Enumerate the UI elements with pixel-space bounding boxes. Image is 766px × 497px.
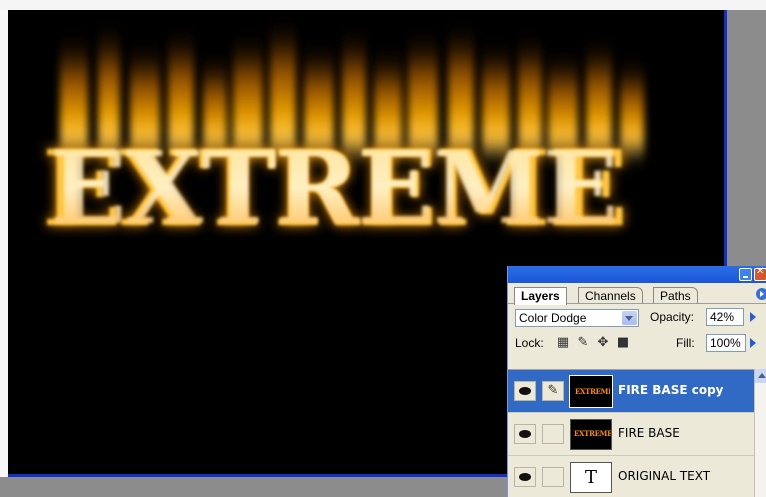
layer-name: FIRE BASE (618, 426, 680, 440)
layer-thumbnail: EXTREME (569, 375, 613, 408)
tab-paths[interactable]: Paths (653, 287, 698, 304)
layer-name: ORIGINAL TEXT (618, 469, 711, 483)
brush-icon[interactable]: ✎ (542, 381, 564, 401)
layer-row-fire-base-copy[interactable]: ✎ EXTREME FIRE BASE copy (508, 370, 754, 413)
text-hot-core: EXTREME (50, 129, 617, 247)
lock-transparent-pixels-icon[interactable]: ▦ (556, 336, 570, 350)
palette-tabs: Layers Channels Paths (508, 283, 766, 305)
link-slot[interactable] (542, 467, 564, 487)
text-layer-thumbnail: T (570, 462, 612, 493)
palette-menu-arrow-icon[interactable] (756, 288, 766, 300)
text-layer-icon: T (584, 467, 597, 488)
opacity-slider-arrow-icon[interactable] (748, 310, 758, 324)
scroll-up-icon[interactable] (755, 369, 766, 383)
eye-icon[interactable] (514, 381, 536, 401)
fill-field[interactable]: 100% (706, 334, 746, 352)
layer-name: FIRE BASE copy (618, 383, 724, 397)
fill-slider-arrow-icon[interactable] (748, 336, 758, 350)
layer-row-fire-base[interactable]: EXTREME FIRE BASE (508, 413, 754, 456)
close-icon[interactable] (754, 266, 766, 281)
fill-label: Fill: (676, 336, 695, 350)
tab-channels[interactable]: Channels (578, 287, 643, 304)
lock-row: Lock: ▦ ✎ ✥ ■ Fill: 100% (508, 330, 766, 356)
layer-thumbnail: EXTREME (570, 419, 612, 450)
blend-mode-select[interactable]: Color Dodge (515, 309, 639, 327)
layers-palette: Layers Channels Paths Color Dodge Opacit… (507, 266, 766, 497)
eye-icon[interactable] (514, 467, 536, 487)
palette-titlebar[interactable] (508, 266, 766, 283)
link-slot[interactable] (542, 424, 564, 444)
chevron-down-icon[interactable] (622, 311, 637, 325)
lock-label: Lock: (515, 336, 544, 350)
layers-scrollbar[interactable] (754, 369, 766, 497)
minimize-icon[interactable] (739, 268, 752, 281)
layer-row-original-text[interactable]: T ORIGINAL TEXT (508, 456, 754, 497)
lock-all-icon[interactable]: ■ (616, 336, 630, 350)
blend-mode-value: Color Dodge (519, 311, 587, 325)
opacity-label: Opacity: (650, 310, 695, 324)
thumbnail-text: EXTREME (574, 429, 612, 438)
opacity-field[interactable]: 42% (706, 308, 744, 326)
top-strip (0, 0, 766, 10)
lock-position-icon[interactable]: ✥ (596, 336, 610, 350)
tab-layers[interactable]: Layers (514, 287, 567, 305)
blend-row: Color Dodge Opacity: 42% (508, 304, 766, 330)
thumbnail-text: EXTREME (575, 387, 612, 396)
eye-icon[interactable] (514, 424, 536, 444)
lock-image-pixels-icon[interactable]: ✎ (576, 336, 590, 350)
layers-list: ✎ EXTREME FIRE BASE copy EXTREME FIRE BA… (508, 369, 766, 497)
